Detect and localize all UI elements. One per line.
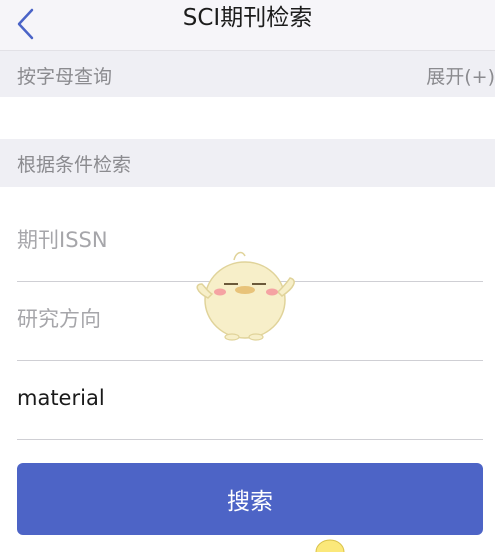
condition-search-header: 根据条件检索 [0,139,495,187]
condition-search-label: 根据条件检索 [17,154,132,176]
page-title: SCI期刊检索 [182,5,313,31]
search-button-label: 搜索 [227,489,273,515]
mascot-sticker-icon [196,251,295,341]
letter-search-label: 按字母查询 [17,66,113,88]
expand-letters-toggle[interactable]: 展开(+) [426,62,495,89]
keyword-input[interactable] [17,359,483,437]
keyword-field [17,359,483,440]
letter-list-area [0,97,495,139]
letter-search-header: 按字母查询 展开(+) [0,51,495,99]
top-nav-bar: SCI期刊检索 [0,0,495,51]
search-button[interactable]: 搜索 [17,463,483,535]
